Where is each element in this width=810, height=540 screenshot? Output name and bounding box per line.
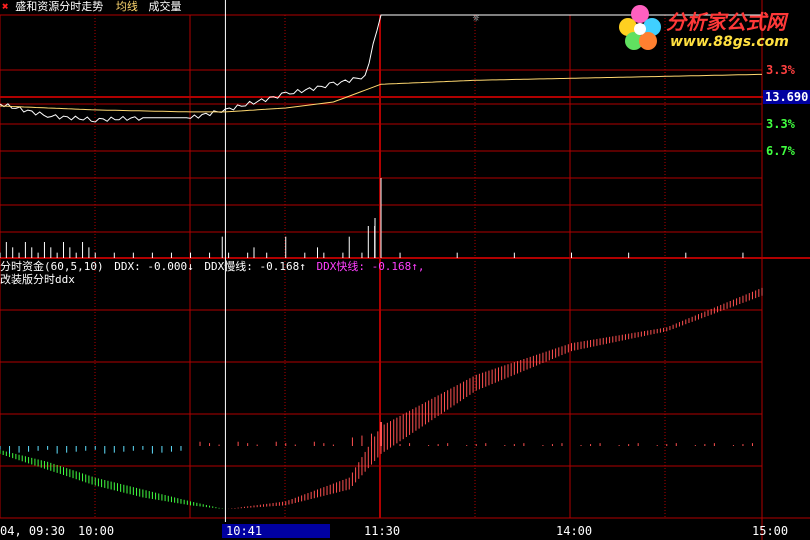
high-marker-icon: ☼ <box>473 12 480 25</box>
indicator-name: 分时资金(60,5,10) <box>0 260 104 273</box>
x-label-0: 04, 09:30 <box>0 524 66 538</box>
y-label-down1: 3.3% <box>766 117 795 131</box>
site-logo: 分析家公式网 www.88gs.com <box>610 0 810 56</box>
brand-name: 分析家公式网 <box>666 10 786 34</box>
ddx-slow-value: DDX慢线: -0.168↑ <box>204 260 306 273</box>
flower-logo-icon <box>619 5 661 50</box>
y-label-down2: 6.7% <box>766 144 795 158</box>
x-label-4: 14:00 <box>556 524 593 538</box>
x-label-5: 15:00 <box>752 524 789 538</box>
ddx-fast-value: DDX快线: -0.168↑, <box>316 260 425 273</box>
vol-label: 成交量 <box>148 0 182 13</box>
header: ✖ 盛和资源分时走势 均线 成交量 <box>2 0 182 13</box>
chart-title: 盛和资源分时走势 <box>15 0 104 13</box>
ddx-value: DDX: -0.000↓ <box>114 260 194 273</box>
brand-url[interactable]: www.88gs.com <box>670 34 789 50</box>
y-label-up: 3.3% <box>766 63 795 77</box>
close-icon[interactable]: ✖ <box>2 0 9 13</box>
chart-stage: ☼ ✖ 盛和资源分时走势 均线 成交量 分析家公式网 www.88gs.com … <box>0 0 810 540</box>
indicator-header: 分时资金(60,5,10) DDX: -0.000↓ DDX慢线: -0.168… <box>0 260 425 273</box>
avg-label: 均线 <box>115 0 138 13</box>
x-label-cursor: 10:41 <box>222 524 330 538</box>
indicator-subtitle: 改装版分时ddx <box>0 273 75 286</box>
x-label-1: 10:00 <box>78 524 115 538</box>
y-label-price: 13.690 <box>763 90 810 104</box>
x-label-3: 11:30 <box>364 524 401 538</box>
